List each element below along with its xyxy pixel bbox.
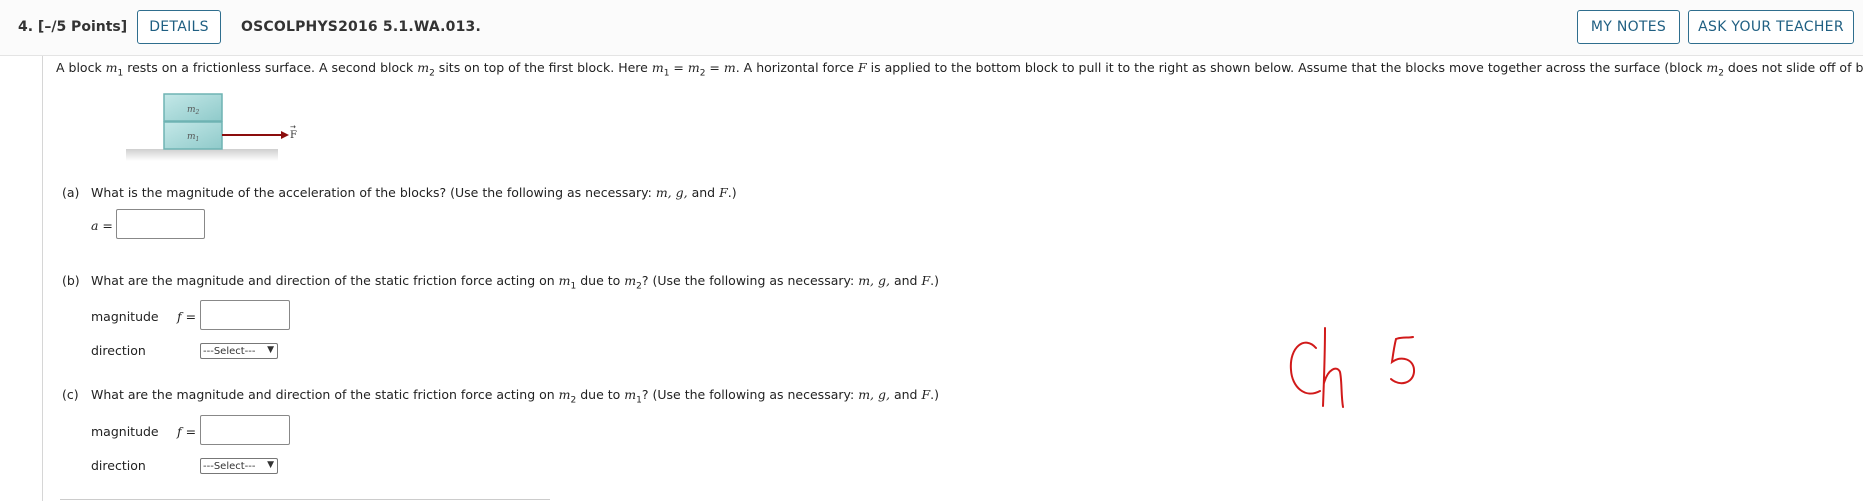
part-b-f-label: f = [177,309,197,324]
part-c-direction-label: direction [91,458,146,473]
details-button[interactable]: DETAILS [137,10,221,44]
content-left-border [42,56,43,501]
part-c-f-label: f = [177,424,197,439]
my-notes-button[interactable]: MY NOTES [1577,10,1680,44]
part-c-question: (c) What are the magnitude and direction … [62,387,939,406]
chevron-down-icon: ▼ [267,460,274,470]
part-c-magnitude-label: magnitude [91,424,159,439]
handwritten-annotation [1289,327,1416,408]
part-b-direction-label: direction [91,343,146,358]
acceleration-input[interactable] [116,209,205,239]
acceleration-label: a = [91,218,113,233]
part-b-direction-select[interactable]: ---Select--- ▼ [200,343,278,359]
bottom-divider [60,499,550,500]
part-a-question: (a) What is the magnitude of the accelera… [62,185,737,200]
chevron-down-icon: ▼ [267,345,274,355]
question-header: 4. [–/5 Points] DETAILS OSCOLPHYS2016 5.… [0,0,1863,56]
problem-statement: A block m1 rests on a frictionless surfa… [56,60,1863,79]
svg-text:→: → [290,123,296,131]
part-b-magnitude-input[interactable] [200,300,290,330]
force-arrowhead [281,131,289,139]
blocks-diagram: m2 m1 F → [126,93,297,161]
question-id: OSCOLPHYS2016 5.1.WA.013. [241,19,482,35]
part-b-question: (b) What are the magnitude and direction … [62,273,939,292]
force-label: F [290,130,297,141]
question-number: 4. [–/5 Points] [18,19,128,35]
part-b-magnitude-label: magnitude [91,309,159,324]
ask-your-teacher-button[interactable]: ASK YOUR TEACHER [1688,10,1854,44]
part-c-direction-select[interactable]: ---Select--- ▼ [200,458,278,474]
part-c-magnitude-input[interactable] [200,415,290,445]
ground-surface [126,149,278,161]
